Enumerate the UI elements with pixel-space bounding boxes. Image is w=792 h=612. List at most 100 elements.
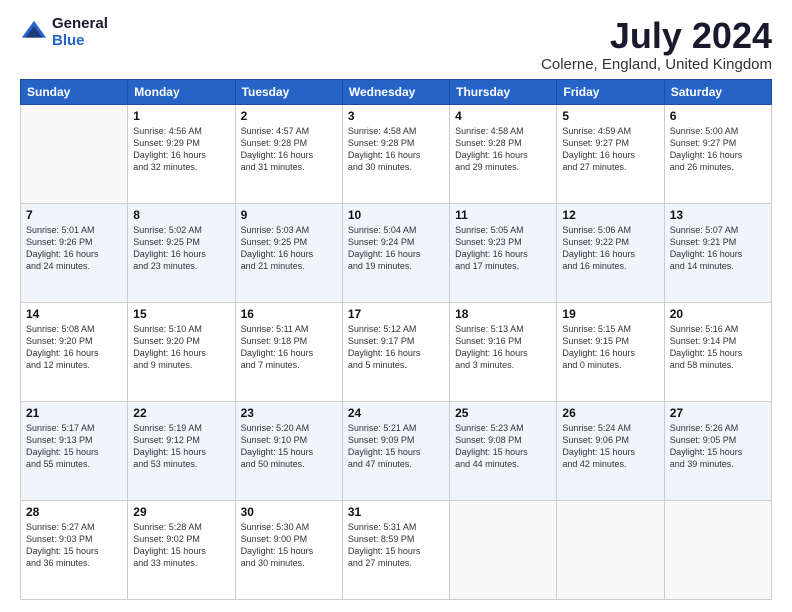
calendar-day-cell: 8 Sunrise: 5:02 AMSunset: 9:25 PMDaylight… bbox=[128, 203, 235, 302]
title-block: July 2024 Colerne, England, United Kingd… bbox=[541, 16, 772, 73]
day-info: Sunrise: 5:15 AMSunset: 9:15 PMDaylight:… bbox=[562, 323, 658, 372]
day-header-monday: Monday bbox=[128, 79, 235, 104]
day-info: Sunrise: 4:58 AMSunset: 9:28 PMDaylight:… bbox=[348, 125, 444, 174]
day-info: Sunrise: 5:02 AMSunset: 9:25 PMDaylight:… bbox=[133, 224, 229, 273]
day-number: 25 bbox=[455, 406, 551, 420]
day-number: 21 bbox=[26, 406, 122, 420]
day-number: 6 bbox=[670, 109, 766, 123]
calendar-day-cell: 31Sunrise: 5:31 AMSunset: 8:59 PMDayligh… bbox=[342, 500, 449, 599]
calendar-day-cell: 19 Sunrise: 5:15 AMSunset: 9:15 PMDayligh… bbox=[557, 302, 664, 401]
calendar-day-cell bbox=[450, 500, 557, 599]
calendar-day-cell: 4 Sunrise: 4:58 AMSunset: 9:28 PMDaylight… bbox=[450, 104, 557, 203]
day-info: Sunrise: 5:24 AMSunset: 9:06 PMDaylight:… bbox=[562, 422, 658, 471]
logo-icon bbox=[20, 19, 48, 47]
calendar-week-row: 21 Sunrise: 5:17 AMSunset: 9:13 PMDayligh… bbox=[21, 401, 772, 500]
day-header-wednesday: Wednesday bbox=[342, 79, 449, 104]
day-info: Sunrise: 5:12 AMSunset: 9:17 PMDaylight:… bbox=[348, 323, 444, 372]
logo-text: General Blue bbox=[52, 16, 108, 49]
day-header-tuesday: Tuesday bbox=[235, 79, 342, 104]
calendar-day-cell bbox=[664, 500, 771, 599]
day-number: 14 bbox=[26, 307, 122, 321]
day-info: Sunrise: 5:26 AMSunset: 9:05 PMDaylight:… bbox=[670, 422, 766, 471]
day-header-friday: Friday bbox=[557, 79, 664, 104]
calendar-day-cell: 23 Sunrise: 5:20 AMSunset: 9:10 PMDayligh… bbox=[235, 401, 342, 500]
calendar-day-cell: 16Sunrise: 5:11 AMSunset: 9:18 PMDayligh… bbox=[235, 302, 342, 401]
calendar-week-row: 28 Sunrise: 5:27 AMSunset: 9:03 PMDayligh… bbox=[21, 500, 772, 599]
day-info: Sunrise: 5:19 AMSunset: 9:12 PMDaylight:… bbox=[133, 422, 229, 471]
day-info: Sunrise: 5:01 AMSunset: 9:26 PMDaylight:… bbox=[26, 224, 122, 273]
day-info: Sunrise: 5:20 AMSunset: 9:10 PMDaylight:… bbox=[241, 422, 337, 471]
day-number: 27 bbox=[670, 406, 766, 420]
calendar-day-cell: 10 Sunrise: 5:04 AMSunset: 9:24 PMDayligh… bbox=[342, 203, 449, 302]
page: General Blue July 2024 Colerne, England,… bbox=[0, 0, 792, 612]
calendar-day-cell: 21 Sunrise: 5:17 AMSunset: 9:13 PMDayligh… bbox=[21, 401, 128, 500]
day-number: 9 bbox=[241, 208, 337, 222]
day-number: 28 bbox=[26, 505, 122, 519]
day-number: 2 bbox=[241, 109, 337, 123]
calendar-day-cell: 27 Sunrise: 5:26 AMSunset: 9:05 PMDayligh… bbox=[664, 401, 771, 500]
calendar-day-cell: 11 Sunrise: 5:05 AMSunset: 9:23 PMDayligh… bbox=[450, 203, 557, 302]
calendar-day-cell: 26 Sunrise: 5:24 AMSunset: 9:06 PMDayligh… bbox=[557, 401, 664, 500]
calendar-day-cell: 9Sunrise: 5:03 AMSunset: 9:25 PMDaylight… bbox=[235, 203, 342, 302]
day-number: 19 bbox=[562, 307, 658, 321]
day-info: Sunrise: 5:08 AMSunset: 9:20 PMDaylight:… bbox=[26, 323, 122, 372]
day-info: Sunrise: 5:16 AMSunset: 9:14 PMDaylight:… bbox=[670, 323, 766, 372]
logo: General Blue bbox=[20, 16, 108, 49]
day-info: Sunrise: 5:13 AMSunset: 9:16 PMDaylight:… bbox=[455, 323, 551, 372]
day-number: 15 bbox=[133, 307, 229, 321]
day-header-saturday: Saturday bbox=[664, 79, 771, 104]
calendar-week-row: 1 Sunrise: 4:56 AMSunset: 9:29 PMDaylight… bbox=[21, 104, 772, 203]
day-info: Sunrise: 5:00 AMSunset: 9:27 PMDaylight:… bbox=[670, 125, 766, 174]
day-number: 13 bbox=[670, 208, 766, 222]
day-number: 29 bbox=[133, 505, 229, 519]
day-number: 8 bbox=[133, 208, 229, 222]
day-number: 24 bbox=[348, 406, 444, 420]
main-title: July 2024 bbox=[541, 16, 772, 56]
header: General Blue July 2024 Colerne, England,… bbox=[20, 16, 772, 73]
calendar-week-row: 14 Sunrise: 5:08 AMSunset: 9:20 PMDayligh… bbox=[21, 302, 772, 401]
day-number: 20 bbox=[670, 307, 766, 321]
calendar-day-cell: 3 Sunrise: 4:58 AMSunset: 9:28 PMDaylight… bbox=[342, 104, 449, 203]
calendar-day-cell: 1 Sunrise: 4:56 AMSunset: 9:29 PMDaylight… bbox=[128, 104, 235, 203]
day-number: 7 bbox=[26, 208, 122, 222]
calendar-day-cell: 20 Sunrise: 5:16 AMSunset: 9:14 PMDayligh… bbox=[664, 302, 771, 401]
day-number: 11 bbox=[455, 208, 551, 222]
day-info: Sunrise: 5:30 AMSunset: 9:00 PMDaylight:… bbox=[241, 521, 337, 570]
calendar-day-cell bbox=[557, 500, 664, 599]
calendar-day-cell: 28 Sunrise: 5:27 AMSunset: 9:03 PMDayligh… bbox=[21, 500, 128, 599]
calendar-day-cell bbox=[21, 104, 128, 203]
day-info: Sunrise: 4:58 AMSunset: 9:28 PMDaylight:… bbox=[455, 125, 551, 174]
calendar-table: SundayMondayTuesdayWednesdayThursdayFrid… bbox=[20, 79, 772, 600]
calendar-day-cell: 2 Sunrise: 4:57 AMSunset: 9:28 PMDaylight… bbox=[235, 104, 342, 203]
day-info: Sunrise: 5:05 AMSunset: 9:23 PMDaylight:… bbox=[455, 224, 551, 273]
calendar-day-cell: 12 Sunrise: 5:06 AMSunset: 9:22 PMDayligh… bbox=[557, 203, 664, 302]
calendar-day-cell: 15Sunrise: 5:10 AMSunset: 9:20 PMDayligh… bbox=[128, 302, 235, 401]
day-number: 5 bbox=[562, 109, 658, 123]
day-number: 23 bbox=[241, 406, 337, 420]
day-header-sunday: Sunday bbox=[21, 79, 128, 104]
day-info: Sunrise: 5:31 AMSunset: 8:59 PMDaylight:… bbox=[348, 521, 444, 570]
day-info: Sunrise: 5:28 AMSunset: 9:02 PMDaylight:… bbox=[133, 521, 229, 570]
day-number: 17 bbox=[348, 307, 444, 321]
calendar-day-cell: 24Sunrise: 5:21 AMSunset: 9:09 PMDayligh… bbox=[342, 401, 449, 500]
day-info: Sunrise: 4:56 AMSunset: 9:29 PMDaylight:… bbox=[133, 125, 229, 174]
calendar-day-cell: 5 Sunrise: 4:59 AMSunset: 9:27 PMDaylight… bbox=[557, 104, 664, 203]
day-number: 1 bbox=[133, 109, 229, 123]
day-number: 4 bbox=[455, 109, 551, 123]
day-info: Sunrise: 5:17 AMSunset: 9:13 PMDaylight:… bbox=[26, 422, 122, 471]
calendar-day-cell: 25Sunrise: 5:23 AMSunset: 9:08 PMDayligh… bbox=[450, 401, 557, 500]
day-info: Sunrise: 5:27 AMSunset: 9:03 PMDaylight:… bbox=[26, 521, 122, 570]
day-info: Sunrise: 5:06 AMSunset: 9:22 PMDaylight:… bbox=[562, 224, 658, 273]
calendar-day-cell: 13 Sunrise: 5:07 AMSunset: 9:21 PMDayligh… bbox=[664, 203, 771, 302]
day-info: Sunrise: 4:57 AMSunset: 9:28 PMDaylight:… bbox=[241, 125, 337, 174]
day-number: 26 bbox=[562, 406, 658, 420]
calendar-day-cell: 7 Sunrise: 5:01 AMSunset: 9:26 PMDaylight… bbox=[21, 203, 128, 302]
day-info: Sunrise: 5:04 AMSunset: 9:24 PMDaylight:… bbox=[348, 224, 444, 273]
day-number: 12 bbox=[562, 208, 658, 222]
day-info: Sunrise: 5:07 AMSunset: 9:21 PMDaylight:… bbox=[670, 224, 766, 273]
day-number: 3 bbox=[348, 109, 444, 123]
calendar-day-cell: 17 Sunrise: 5:12 AMSunset: 9:17 PMDayligh… bbox=[342, 302, 449, 401]
day-header-thursday: Thursday bbox=[450, 79, 557, 104]
day-info: Sunrise: 4:59 AMSunset: 9:27 PMDaylight:… bbox=[562, 125, 658, 174]
day-number: 10 bbox=[348, 208, 444, 222]
